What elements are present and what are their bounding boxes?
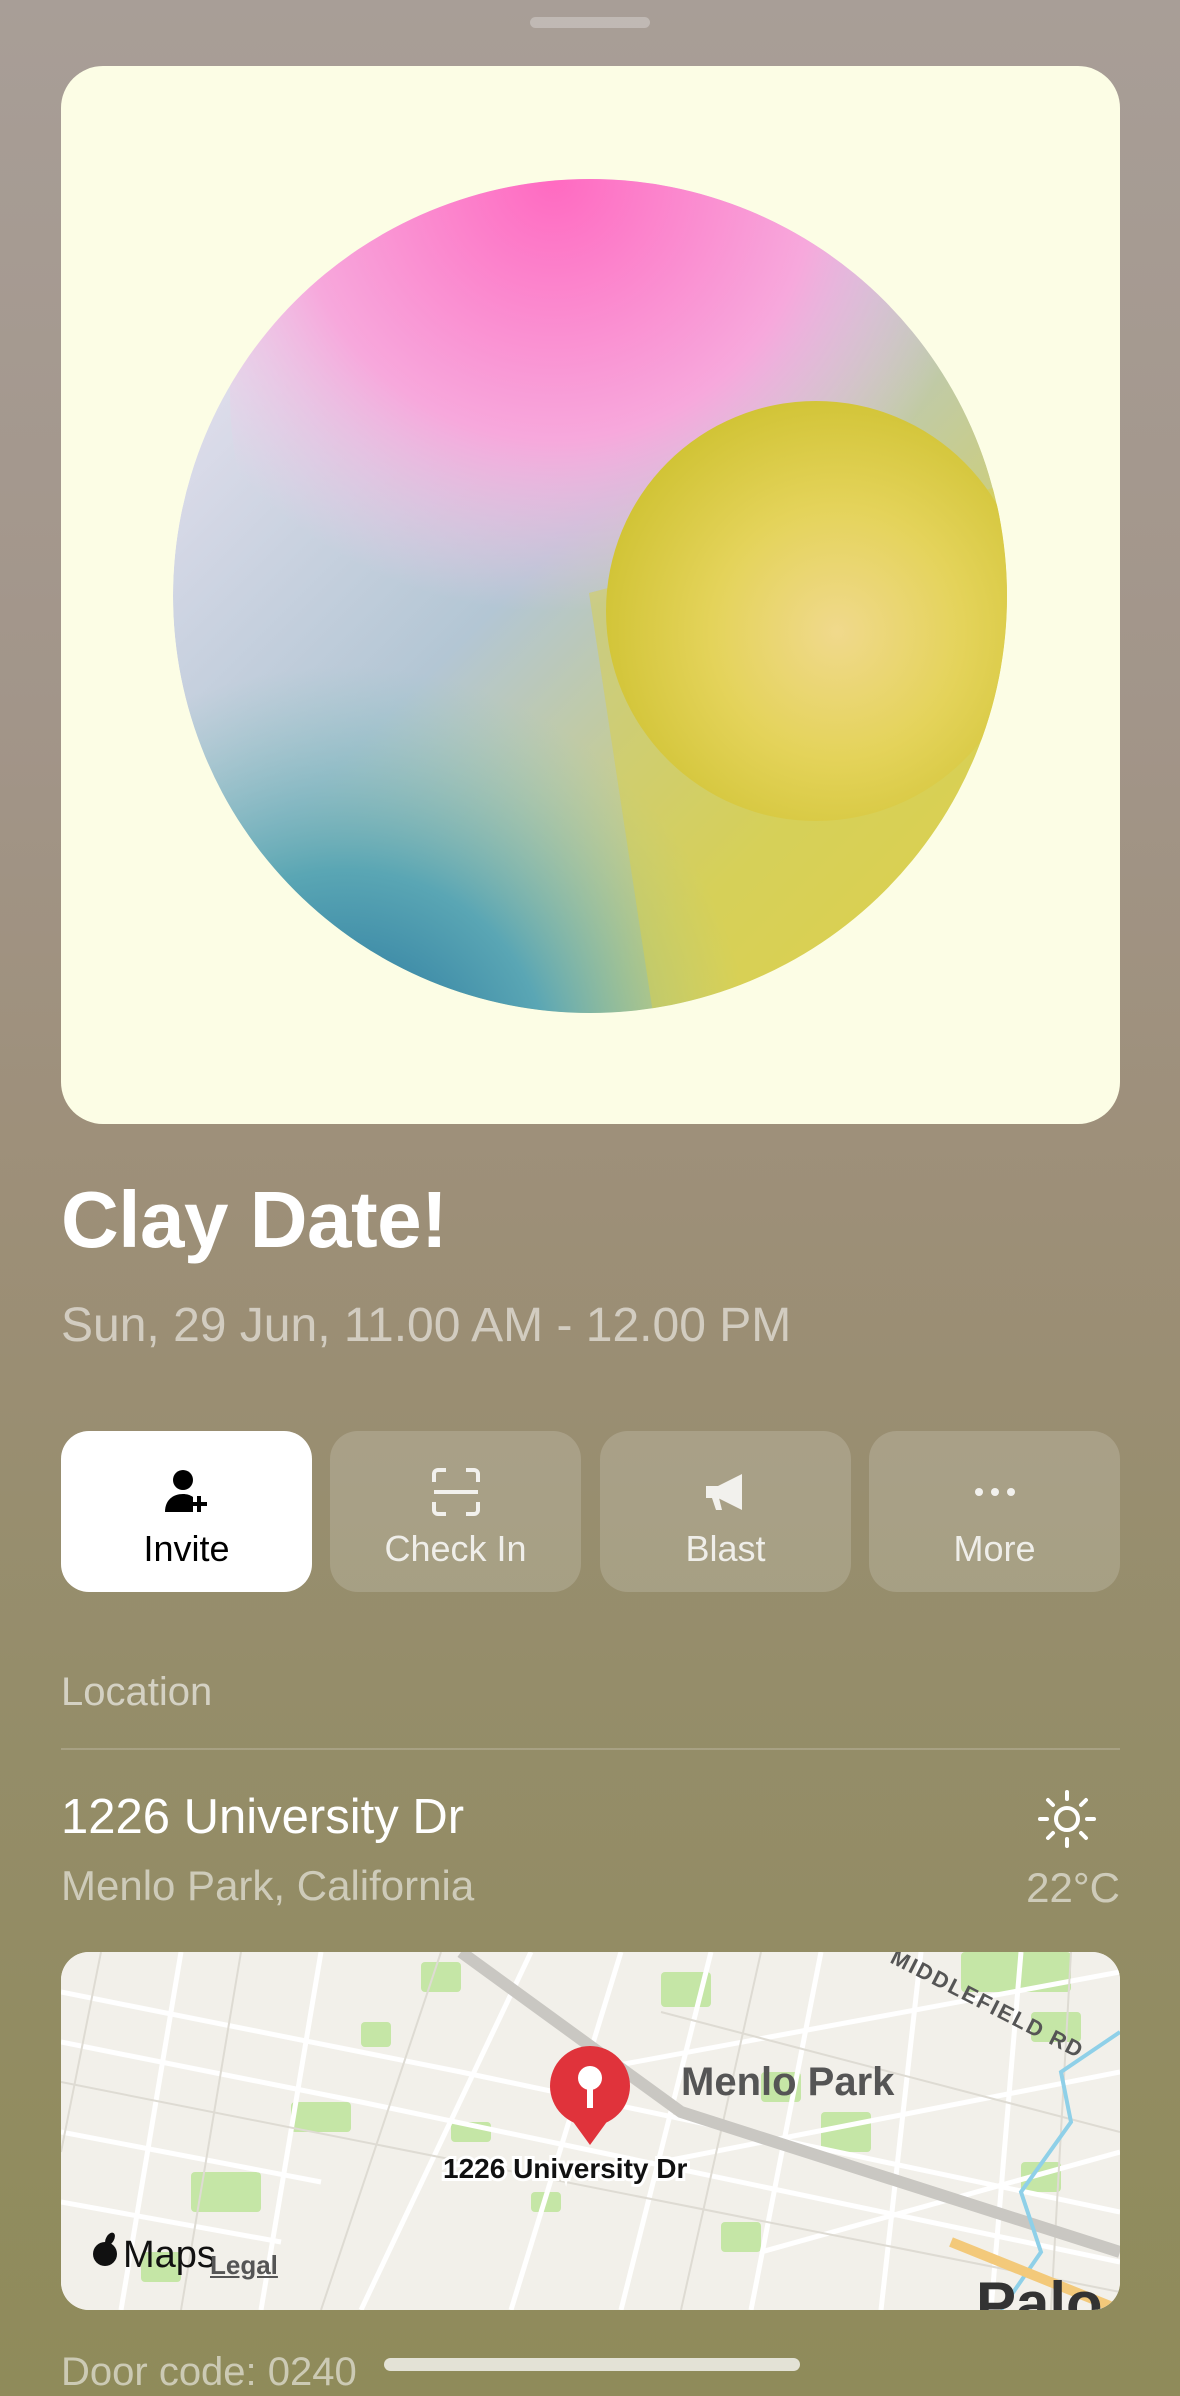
door-code: Door code: 0240	[61, 2350, 357, 2394]
invite-label: Invite	[143, 1528, 230, 1569]
invite-button[interactable]: Invite	[61, 1431, 312, 1592]
check-in-button[interactable]: Check In	[330, 1431, 581, 1592]
more-button[interactable]: More	[869, 1431, 1120, 1592]
action-bar: Invite Check In Blast More	[61, 1431, 1120, 1592]
map-partial-label: Palo	[976, 2270, 1103, 2310]
divider	[61, 1748, 1120, 1750]
gradient-orb-artwork	[173, 179, 1007, 1013]
sheet-grabber[interactable]	[530, 17, 650, 28]
map-city-label: Menlo Park	[681, 2060, 895, 2104]
qr-scan-icon	[431, 1468, 480, 1516]
event-datetime: Sun, 29 Jun, 11.00 AM - 12.00 PM	[61, 1299, 792, 1352]
maps-brand-label: Maps	[123, 2234, 216, 2276]
blast-label: Blast	[685, 1528, 766, 1569]
event-cover-image	[61, 66, 1120, 1124]
event-title: Clay Date!	[61, 1175, 448, 1264]
ellipsis-icon	[974, 1488, 1015, 1496]
temperature: 22°C	[1026, 1864, 1120, 1911]
person-add-icon	[164, 1470, 207, 1512]
home-indicator[interactable]	[384, 2358, 800, 2371]
address-line-2: Menlo Park, California	[61, 1862, 475, 1909]
more-label: More	[953, 1528, 1036, 1569]
check-in-label: Check In	[384, 1528, 527, 1569]
address-line-1[interactable]: 1226 University Dr	[61, 1793, 464, 1842]
map-pin-label: 1226 University Dr	[443, 2153, 687, 2184]
map-legal-link[interactable]: Legal	[210, 2250, 278, 2281]
megaphone-icon	[705, 1474, 742, 1510]
location-section-label: Location	[61, 1670, 213, 1714]
blast-button[interactable]: Blast	[600, 1431, 851, 1592]
sun-icon	[1038, 1790, 1096, 1848]
